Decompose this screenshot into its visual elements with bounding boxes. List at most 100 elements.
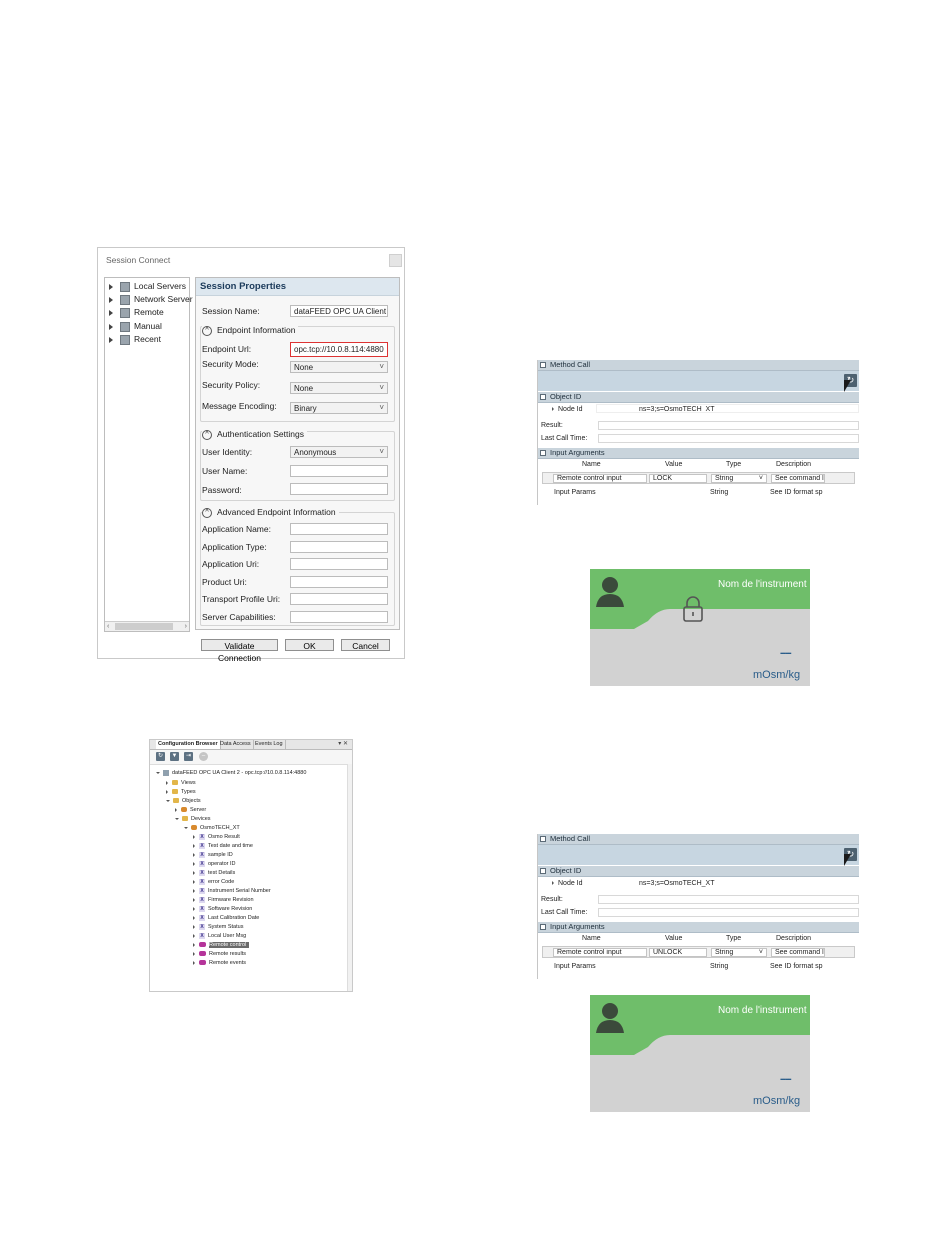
disconnect-icon[interactable]: – (199, 752, 208, 761)
tree-variable[interactable]: X System Status (193, 923, 243, 931)
scroll-left-icon[interactable]: ‹ (107, 622, 109, 631)
instrument-name: Nom de l'instrument (718, 579, 807, 590)
input-params-name: Input Params (554, 489, 596, 496)
tree-variable[interactable]: Xerror Code (193, 878, 234, 886)
method-call-header[interactable]: Method Call (538, 360, 859, 371)
tree-variable[interactable]: X Local User Msg (193, 932, 246, 940)
network-server-icon (120, 294, 130, 305)
local-servers-icon (120, 281, 130, 292)
input-arguments-header[interactable]: Input Arguments (538, 448, 859, 459)
endpoint-url-label: Endpoint Url: (202, 344, 252, 354)
tree-variable[interactable]: X Osmo Result (193, 833, 240, 841)
tree-variable[interactable]: Xtest Details (193, 869, 235, 877)
configuration-browser: Configuration Browser Data Access Events… (149, 739, 353, 992)
tree-server[interactable]: Server (175, 806, 206, 814)
application-name-label: Application Name: (202, 524, 271, 534)
session-name-input[interactable]: dataFEED OPC UA Client 2 (290, 305, 388, 317)
manual-icon (120, 321, 130, 332)
tree-item-manual[interactable]: Manual (109, 320, 162, 332)
tree-root[interactable]: dataFEED OPC UA Client 2 - opc.tcp://10.… (156, 769, 306, 777)
validate-connection-button[interactable]: Validate Connection (201, 639, 278, 663)
tree-item-remote[interactable]: Remote (109, 306, 164, 318)
user-identity-select[interactable]: Anonymous (290, 446, 388, 458)
cancel-button[interactable]: Cancel (341, 639, 390, 651)
ok-button[interactable]: OK (285, 639, 334, 651)
tree-variable[interactable]: Xsample ID (193, 851, 233, 859)
tree-types[interactable]: Types (166, 788, 196, 796)
tree-item-recent[interactable]: Recent (109, 333, 161, 345)
tree-variable[interactable]: X Software Revision (193, 905, 252, 913)
tree-horizontal-scrollbar[interactable]: ‹ › (105, 621, 189, 631)
close-button[interactable] (389, 254, 402, 267)
endpoint-url-input[interactable]: opc.tcp://10.0.8.114:4880 (290, 342, 388, 357)
argument-row-remote-control: Remote control input LOCK String ˅ See co… (542, 472, 855, 484)
collapse-icon: ^ (202, 429, 212, 440)
tree-variable[interactable]: X Test date and time (193, 842, 253, 850)
browser-tabs: Configuration Browser Data Access Events… (150, 740, 352, 750)
object-id-header[interactable]: Object ID (538, 392, 859, 403)
expand-icon[interactable] (552, 407, 554, 412)
arg-type-select[interactable]: String ˅ (711, 474, 767, 483)
chevron-down-icon: ˅ (758, 949, 763, 956)
application-type-input[interactable] (290, 541, 388, 553)
method-call-header[interactable]: Method Call (538, 834, 859, 845)
scroll-thumb[interactable] (115, 623, 173, 630)
application-uri-input[interactable] (290, 558, 388, 570)
auth-section-header[interactable]: ^ Authentication Settings (202, 429, 307, 440)
tab-events-log[interactable]: Events Log (253, 740, 286, 749)
security-policy-select[interactable]: None (290, 382, 388, 394)
password-input[interactable] (290, 483, 388, 495)
measurement-value: ---- (780, 647, 792, 659)
tree-device[interactable]: OsmoTECH_XT (184, 824, 240, 832)
expand-icon[interactable] (552, 881, 554, 886)
arg-type-select[interactable]: String ˅ (711, 948, 767, 957)
measurement-unit: mOsm/kg (753, 669, 801, 681)
pane-controls[interactable]: ▾ ✕ (338, 740, 348, 749)
product-uri-input[interactable] (290, 576, 388, 588)
object-id-header[interactable]: Object ID (538, 866, 859, 877)
scroll-right-icon[interactable]: › (185, 622, 187, 631)
variable-icon: X (199, 842, 205, 849)
tree-variable[interactable]: X Last Calibration Date (193, 914, 259, 922)
advanced-section-header[interactable]: ^ Advanced Endpoint Information (202, 507, 339, 518)
user-name-input[interactable] (290, 465, 388, 477)
column-description: Description (776, 935, 812, 942)
refresh-icon[interactable]: ↻ (156, 752, 165, 761)
tree-variable[interactable]: Xoperator ID (193, 860, 236, 868)
message-encoding-select[interactable]: Binary (290, 402, 388, 414)
password-label: Password: (202, 485, 242, 495)
last-call-time-label: Last Call Time: (541, 435, 588, 442)
tab-data-access[interactable]: Data Access (218, 740, 254, 749)
tree-item-local-servers[interactable]: Local Servers (109, 280, 186, 292)
tree-views[interactable]: Views (166, 779, 196, 787)
tab-configuration-browser[interactable]: Configuration Browser (156, 740, 221, 749)
tree-variable[interactable]: X Instrument Serial Number (193, 887, 271, 895)
remote-icon (120, 307, 130, 318)
arg-value-input[interactable]: LOCK (649, 474, 707, 483)
connect-icon[interactable]: ⇥ (184, 752, 193, 761)
filter-icon[interactable]: ▼ (170, 752, 179, 761)
method-call-band (538, 371, 859, 391)
arg-name-cell: Remote control input (553, 474, 647, 483)
application-name-input[interactable] (290, 523, 388, 535)
variable-icon: X (199, 923, 205, 930)
tree-objects[interactable]: Objects (166, 797, 201, 805)
security-mode-select[interactable]: None (290, 361, 388, 373)
transport-profile-input[interactable] (290, 593, 388, 605)
vertical-scrollbar[interactable] (347, 764, 352, 991)
collapse-icon (540, 394, 546, 400)
tree-method[interactable]: Remote results (193, 950, 246, 958)
object-icon (191, 825, 197, 831)
tree-variable[interactable]: X Firmware Revision (193, 896, 254, 904)
server-capabilities-input[interactable] (290, 611, 388, 623)
arg-value-input[interactable]: UNLOCK (649, 948, 707, 957)
endpoint-section-header[interactable]: ^ Endpoint Information (202, 325, 299, 336)
tree-method[interactable]: Remote events (193, 959, 246, 967)
arguments-header-row: Name Value Type Description (538, 459, 859, 470)
tree-devices[interactable]: Devices (175, 815, 211, 823)
tree-item-network-server[interactable]: Network Server (109, 293, 193, 305)
user-identity-label: User Identity: (202, 447, 253, 457)
input-arguments-header[interactable]: Input Arguments (538, 922, 859, 933)
folder-icon (172, 780, 178, 786)
tree-method-selected[interactable]: Remote control (193, 941, 250, 949)
